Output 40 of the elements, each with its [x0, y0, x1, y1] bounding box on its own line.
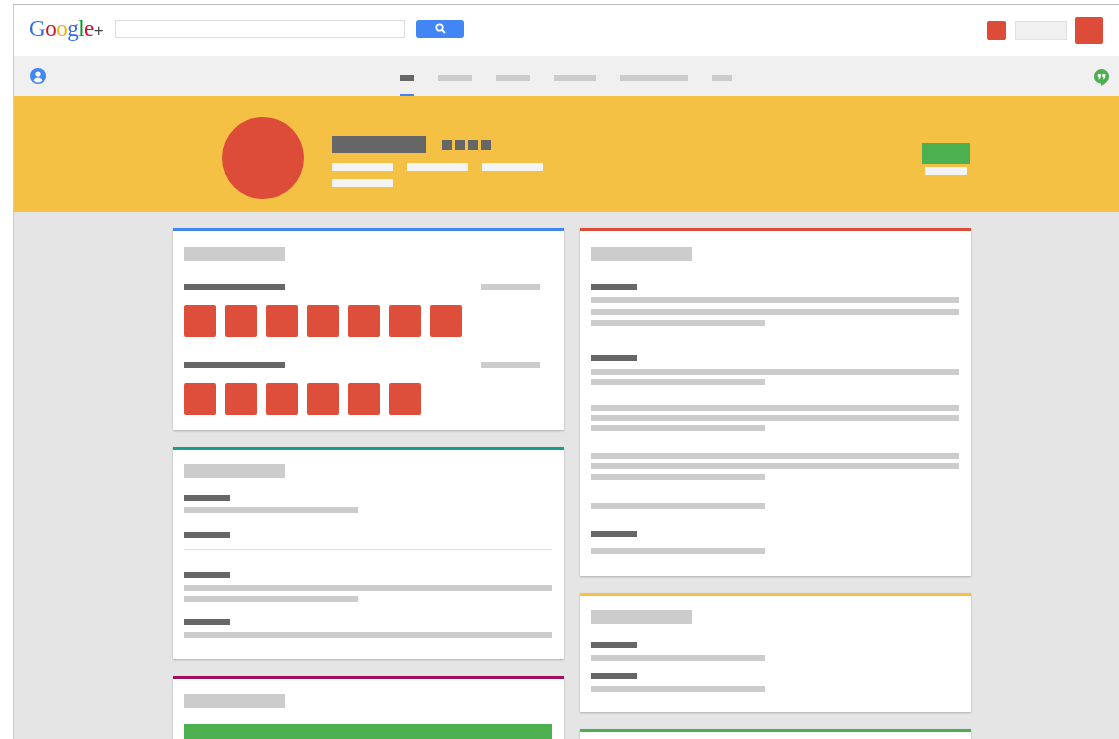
chat-icon[interactable]	[1094, 69, 1109, 86]
photo-placeholder[interactable]	[389, 383, 421, 415]
logo[interactable]: Google+	[29, 17, 104, 40]
photo-placeholder[interactable]	[225, 305, 257, 337]
photo-placeholder[interactable]	[307, 305, 339, 337]
label-placeholder	[591, 531, 637, 537]
link-placeholder	[481, 284, 540, 290]
label-placeholder	[591, 673, 637, 679]
share-box[interactable]	[1015, 21, 1067, 40]
label-placeholder	[591, 642, 637, 648]
badge-placeholder	[442, 139, 491, 150]
label-placeholder	[591, 355, 637, 361]
search-button[interactable]	[416, 19, 465, 38]
search-field[interactable]	[115, 19, 406, 38]
photo-placeholder[interactable]	[266, 305, 298, 337]
photo-placeholder[interactable]	[184, 305, 216, 337]
profile-icon[interactable]	[30, 68, 46, 84]
label-placeholder	[184, 495, 230, 501]
photo-placeholder[interactable]	[389, 305, 421, 337]
info-placeholder	[332, 163, 393, 171]
notification-button[interactable]	[987, 21, 1006, 40]
link-placeholder	[481, 362, 540, 368]
label-placeholder	[184, 532, 230, 538]
label-placeholder	[184, 619, 230, 625]
photo-placeholder[interactable]	[430, 305, 462, 337]
follower-placeholder	[925, 167, 967, 175]
info-placeholder	[332, 179, 393, 187]
photo-placeholder[interactable]	[348, 383, 380, 415]
info-placeholder	[482, 163, 543, 171]
photo-placeholder[interactable]	[184, 383, 216, 415]
photo-placeholder[interactable]	[266, 383, 298, 415]
info-placeholder	[407, 163, 468, 171]
follow-button[interactable]	[922, 143, 970, 164]
label-placeholder	[591, 284, 637, 290]
photo-placeholder[interactable]	[225, 383, 257, 415]
photo-placeholder[interactable]	[348, 305, 380, 337]
photo-placeholder[interactable]	[307, 383, 339, 415]
avatar-button[interactable]	[1075, 17, 1103, 44]
label-placeholder	[184, 572, 230, 578]
search-icon	[434, 23, 446, 34]
